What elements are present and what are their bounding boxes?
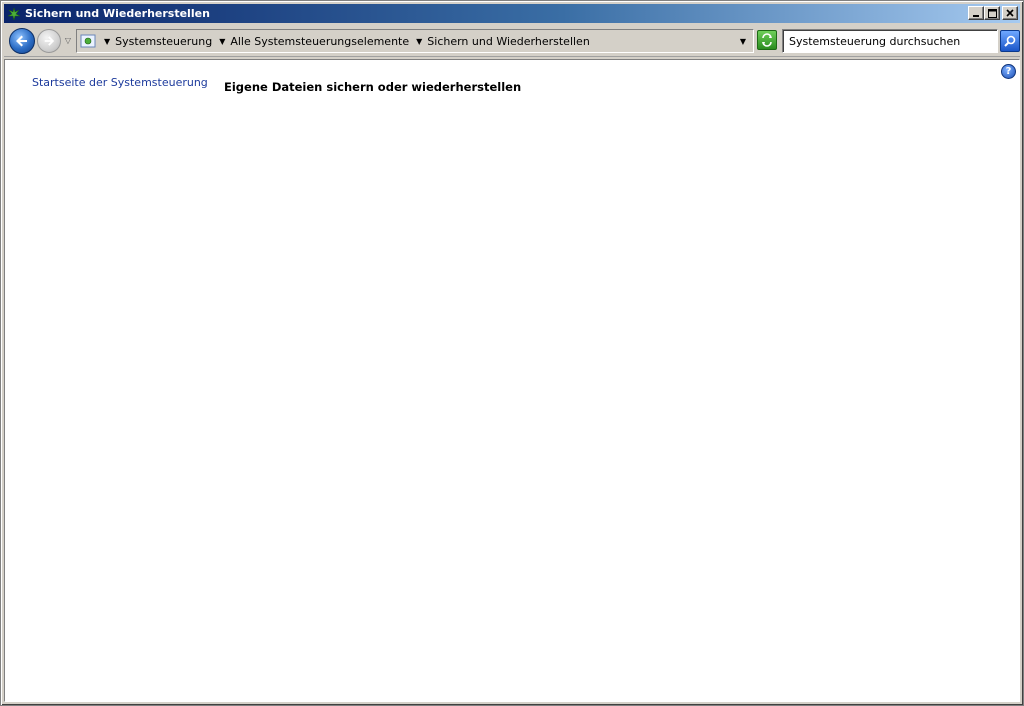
title-bar[interactable]: Sichern und Wiederherstellen — [4, 4, 1020, 23]
breadcrumb-item[interactable]: ▼ Alle Systemsteuerungselemente — [212, 35, 409, 48]
forward-button[interactable] — [37, 29, 61, 53]
window: Sichern und Wiederherstellen ▽ ▼ Systems… — [0, 0, 1024, 706]
recent-pages-button[interactable]: ▽ — [63, 35, 73, 45]
breadcrumb-label[interactable]: Systemsteuerung — [115, 35, 212, 48]
navigation-bar: ▽ ▼ Systemsteuerung ▼ Alle Systemsteueru… — [4, 25, 1020, 57]
refresh-icon — [762, 33, 772, 47]
control-panel-home-link[interactable]: Startseite der Systemsteuerung — [32, 76, 208, 89]
chevron-down-icon: ▼ — [739, 36, 747, 46]
breadcrumb-label[interactable]: Alle Systemsteuerungselemente — [230, 35, 409, 48]
help-icon: ? — [1005, 66, 1012, 77]
minimize-icon — [973, 15, 979, 17]
back-button[interactable] — [9, 28, 35, 54]
breadcrumb-item[interactable]: ▼ Systemsteuerung — [97, 35, 212, 48]
window-controls — [968, 6, 1018, 20]
help-button[interactable]: ? — [1001, 64, 1016, 79]
page-title: Eigene Dateien sichern oder wiederherste… — [224, 80, 522, 94]
address-bar[interactable]: ▼ Systemsteuerung ▼ Alle Systemsteuerung… — [76, 29, 754, 53]
backup-restore-icon — [6, 6, 22, 22]
breadcrumb-item[interactable]: ▼ Sichern und Wiederherstellen — [409, 35, 590, 48]
breadcrumb-label[interactable]: Sichern und Wiederherstellen — [427, 35, 590, 48]
minimize-button[interactable] — [968, 6, 984, 20]
search-button[interactable] — [1000, 30, 1020, 52]
refresh-button[interactable] — [757, 30, 777, 50]
window-title: Sichern und Wiederherstellen — [25, 7, 210, 20]
content-area: ? Startseite der Systemsteuerung Eigene … — [4, 59, 1020, 702]
chevron-down-icon: ▼ — [104, 36, 111, 46]
search-input[interactable] — [783, 30, 997, 52]
chevron-down-icon: ▽ — [64, 35, 72, 45]
chevron-down-icon: ▼ — [219, 36, 226, 46]
maximize-button[interactable] — [984, 6, 1000, 20]
close-icon — [1006, 9, 1014, 17]
chevron-down-icon: ▼ — [416, 36, 423, 46]
back-arrow-icon — [16, 35, 27, 47]
forward-arrow-icon — [44, 36, 55, 46]
close-button[interactable] — [1002, 6, 1018, 20]
maximize-icon — [987, 8, 997, 18]
address-dropdown-button[interactable]: ▼ — [733, 30, 753, 52]
control-panel-icon — [79, 32, 97, 50]
search-icon — [1004, 35, 1016, 47]
search-field[interactable] — [782, 29, 998, 53]
